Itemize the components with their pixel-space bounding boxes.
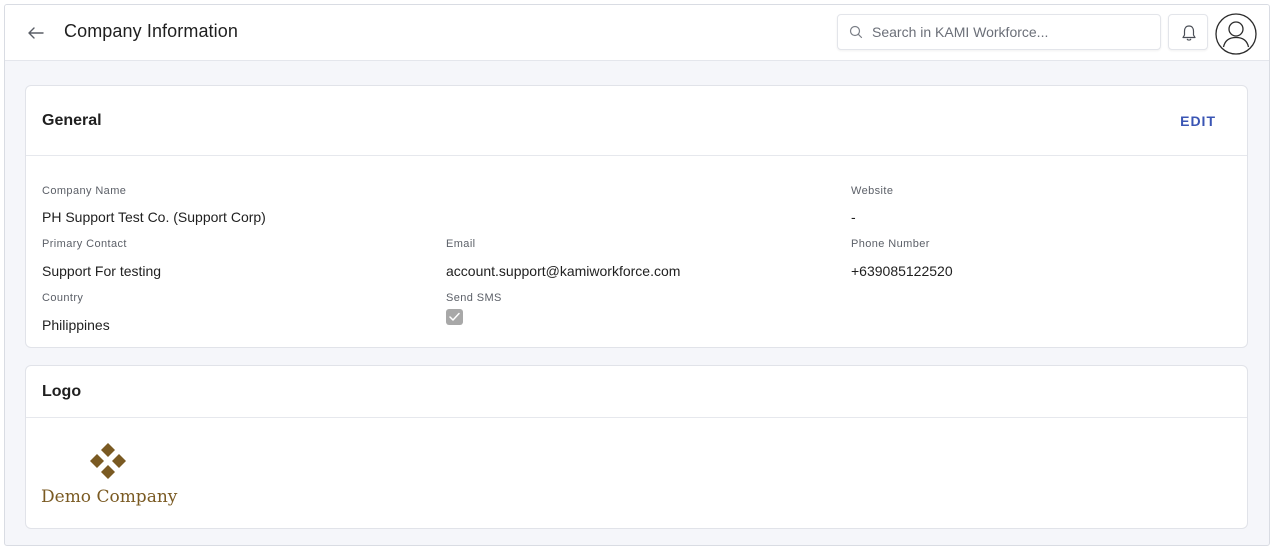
logo-card-header: Logo xyxy=(26,366,1247,418)
company-name-value: PH Support Test Co. (Support Corp) xyxy=(42,209,266,225)
diamond-logo-icon xyxy=(90,443,126,479)
bell-icon xyxy=(1182,25,1196,41)
country-value: Philippines xyxy=(42,317,110,333)
page-title: Company Information xyxy=(64,21,238,41)
email-value: account.support@kamiworkforce.com xyxy=(446,263,681,279)
primary-contact-value: Support For testing xyxy=(42,263,162,279)
logo-wordmark: Demo Company xyxy=(41,487,178,507)
phone-label: Phone Number xyxy=(851,238,930,250)
back-arrow-icon[interactable] xyxy=(25,22,47,44)
general-card-header: General EDIT xyxy=(26,86,1247,156)
notifications-button[interactable] xyxy=(1168,14,1208,50)
top-bar: Company Information xyxy=(5,5,1269,61)
website-value: - xyxy=(851,209,856,225)
send-sms-label: Send SMS xyxy=(446,292,502,304)
general-title: General xyxy=(42,112,102,129)
general-card: General EDIT Company Name PH Support Tes… xyxy=(25,85,1248,348)
country-label: Country xyxy=(42,292,84,304)
company-name-label: Company Name xyxy=(42,185,127,197)
user-avatar-icon[interactable] xyxy=(1215,13,1257,55)
company-logo: Demo Company xyxy=(41,441,181,511)
search-input[interactable] xyxy=(872,15,1152,49)
logo-title: Logo xyxy=(42,383,82,400)
checkmark-icon xyxy=(449,312,460,321)
phone-value: +639085122520 xyxy=(851,263,953,279)
edit-button[interactable]: EDIT xyxy=(1180,113,1216,129)
search-icon xyxy=(849,25,863,39)
email-label: Email xyxy=(446,238,476,250)
app-frame: Company Information General EDIT Compa xyxy=(4,4,1270,546)
send-sms-checkbox xyxy=(446,309,463,325)
primary-contact-label: Primary Contact xyxy=(42,238,127,250)
search-box[interactable] xyxy=(837,14,1161,50)
website-label: Website xyxy=(851,185,894,197)
logo-card: Logo Demo Company xyxy=(25,365,1248,529)
